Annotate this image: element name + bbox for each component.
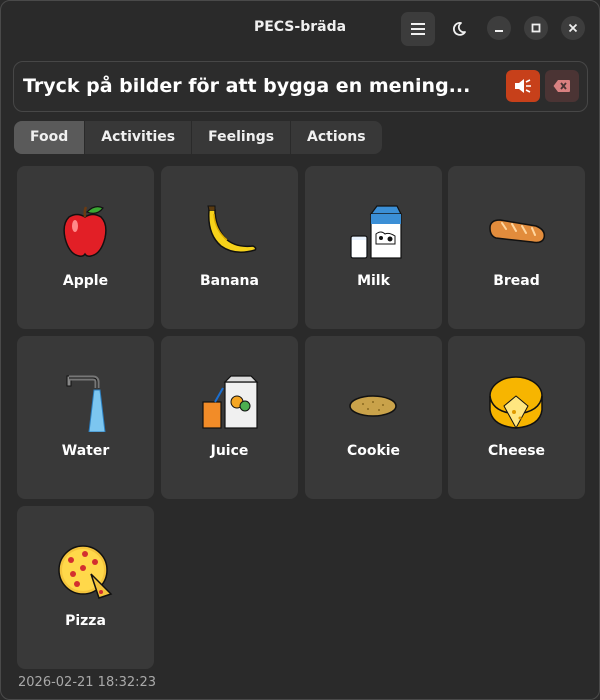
- card-milk[interactable]: Milk: [305, 166, 442, 329]
- clear-button[interactable]: [545, 70, 579, 102]
- category-tabs: Food Activities Feelings Actions: [14, 121, 382, 154]
- maximize-button[interactable]: [524, 16, 548, 40]
- menu-button[interactable]: [401, 12, 435, 46]
- moon-icon: [452, 22, 466, 36]
- card-label: Apple: [62, 273, 109, 289]
- milk-icon: [350, 205, 402, 259]
- cheese-icon: [489, 376, 543, 430]
- sentence-placeholder: Tryck på bilder för att bygga en mening.…: [23, 75, 471, 97]
- apple-icon: [63, 206, 107, 257]
- card-pizza[interactable]: Pizza: [17, 506, 154, 669]
- card-bread[interactable]: Bread: [448, 166, 585, 329]
- tab-activities[interactable]: Activities: [84, 121, 191, 154]
- card-water[interactable]: Water: [17, 336, 154, 499]
- cookie-icon: [349, 395, 397, 417]
- card-label: Cookie: [346, 443, 401, 459]
- card-label: Banana: [200, 273, 259, 289]
- minimize-icon: [495, 30, 503, 32]
- card-cheese[interactable]: Cheese: [448, 336, 585, 499]
- sentence-bar[interactable]: Tryck på bilder för att bygga en mening.…: [13, 61, 588, 112]
- titlebar: PECS-bräda: [1, 1, 599, 53]
- card-cookie[interactable]: Cookie: [305, 336, 442, 499]
- card-apple[interactable]: Apple: [17, 166, 154, 329]
- card-banana[interactable]: Banana: [161, 166, 298, 329]
- pizza-icon: [58, 545, 113, 599]
- minimize-button[interactable]: [487, 16, 511, 40]
- card-label: Juice: [210, 443, 249, 459]
- close-button[interactable]: [561, 16, 585, 40]
- timestamp: 2026-02-21 18:32:23: [18, 675, 157, 690]
- card-label: Cheese: [487, 443, 546, 459]
- juice-icon: [202, 375, 259, 429]
- water-tap-icon: [66, 375, 106, 432]
- dark-mode-button[interactable]: [442, 12, 476, 46]
- banana-icon: [207, 205, 257, 253]
- app-window: PECS-bräda Tryck på bilder för att bygga…: [0, 0, 600, 700]
- tab-feelings[interactable]: Feelings: [191, 121, 290, 154]
- bread-icon: [489, 219, 546, 244]
- backspace-icon: [553, 80, 570, 92]
- card-label: Milk: [357, 273, 390, 289]
- card-juice[interactable]: Juice: [161, 336, 298, 499]
- tab-food[interactable]: Food: [14, 121, 85, 154]
- card-label: Pizza: [65, 613, 106, 629]
- speak-button[interactable]: [506, 70, 540, 102]
- hamburger-menu-icon: [411, 23, 425, 35]
- maximize-icon: [531, 23, 541, 33]
- speaker-icon: [515, 79, 531, 93]
- close-icon: [568, 23, 578, 33]
- card-label: Water: [61, 443, 110, 459]
- tab-actions[interactable]: Actions: [290, 121, 382, 154]
- card-label: Bread: [493, 273, 540, 289]
